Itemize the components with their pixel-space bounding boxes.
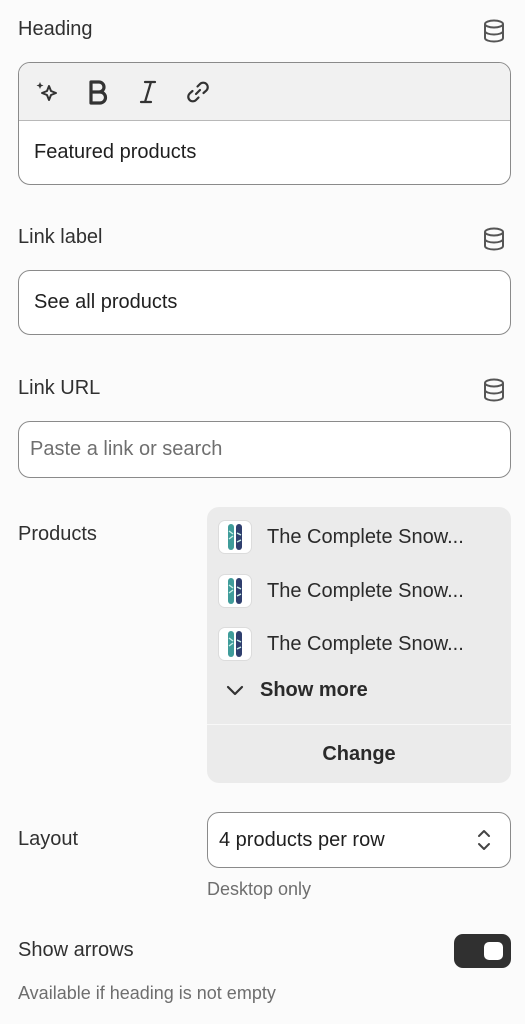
- show-arrows-label: Show arrows: [18, 939, 134, 961]
- layout-label: Layout: [18, 828, 79, 850]
- dynamic-source-icon[interactable]: [481, 377, 507, 403]
- dynamic-source-icon[interactable]: [481, 18, 507, 44]
- section-settings-panel: Heading Featured products Link label See…: [0, 0, 525, 1024]
- change-button[interactable]: Change: [207, 724, 511, 783]
- show-more-label: Show more: [260, 679, 368, 701]
- heading-text[interactable]: Featured products: [19, 121, 510, 184]
- heading-rich-text-editor[interactable]: Featured products: [18, 62, 511, 185]
- product-item[interactable]: The Complete Snow...: [218, 574, 495, 608]
- link-url-label: Link URL: [18, 377, 101, 399]
- layout-select[interactable]: 4 products per row: [207, 812, 511, 868]
- heading-label: Heading: [18, 18, 93, 40]
- rte-toolbar: [19, 63, 510, 121]
- dynamic-source-icon[interactable]: [481, 226, 507, 252]
- chevron-down-icon: [226, 685, 244, 695]
- toggle-knob: [484, 942, 503, 960]
- product-item[interactable]: The Complete Snow...: [218, 520, 495, 554]
- product-picker: The Complete Snow... The Complete Snow..…: [207, 507, 511, 783]
- layout-help-text: Desktop only: [207, 879, 312, 899]
- product-name: The Complete Snow...: [267, 579, 464, 602]
- italic-icon[interactable]: [133, 77, 163, 107]
- sparkle-icon[interactable]: [33, 77, 63, 107]
- link-label-label: Link label: [18, 226, 103, 248]
- snowboard-thumbnail-icon: [218, 574, 252, 608]
- link-url-input[interactable]: Paste a link or search: [18, 421, 511, 478]
- product-name: The Complete Snow...: [267, 632, 464, 655]
- product-name: The Complete Snow...: [267, 525, 464, 548]
- show-more-button[interactable]: Show more: [226, 679, 368, 702]
- link-icon[interactable]: [183, 77, 213, 107]
- link-label-input[interactable]: See all products: [18, 270, 511, 335]
- snowboard-thumbnail-icon: [218, 627, 252, 661]
- bold-icon[interactable]: [83, 77, 113, 107]
- product-item[interactable]: The Complete Snow...: [218, 627, 495, 661]
- layout-select-value: 4 products per row: [219, 828, 385, 851]
- products-label: Products: [18, 523, 97, 545]
- show-arrows-toggle[interactable]: [454, 934, 511, 968]
- snowboard-thumbnail-icon: [218, 520, 252, 554]
- show-arrows-help-text: Available if heading is not empty: [18, 983, 276, 1003]
- select-chevron-icon: [478, 830, 490, 850]
